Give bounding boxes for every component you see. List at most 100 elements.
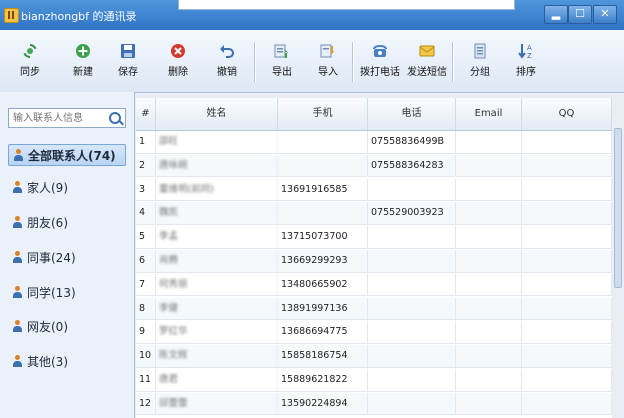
cell-qq	[522, 345, 612, 368]
group-others[interactable]: 其他(3)	[8, 351, 126, 373]
cell-qq	[522, 178, 612, 201]
new-button[interactable]: 新建	[63, 38, 103, 84]
cell-email	[456, 321, 522, 344]
import-icon	[320, 44, 334, 58]
table-row[interactable]: 5 李孟 13715073700	[136, 226, 612, 249]
search-input[interactable]	[9, 109, 109, 127]
cell-name: 何秀丽	[156, 273, 278, 296]
scrollbar-thumb[interactable]	[614, 128, 622, 288]
cell-phone	[368, 250, 456, 272]
group-net-friends[interactable]: 网友(0)	[8, 316, 126, 338]
cell-mobile: 13715073700	[278, 226, 368, 249]
cell-email	[456, 154, 522, 177]
cell-qq	[522, 392, 612, 415]
column-header-phone[interactable]: 电话	[368, 98, 456, 130]
cell-email	[456, 392, 522, 415]
column-header-mobile[interactable]: 手机	[278, 98, 368, 130]
svg-text:A: A	[527, 44, 532, 52]
search-icon[interactable]	[109, 112, 121, 124]
cell-index: 1	[136, 131, 156, 153]
cell-phone	[368, 297, 456, 320]
sort-button[interactable]: AZ 排序	[506, 38, 546, 84]
table-row[interactable]: 1 邵旺 07558836499B	[136, 131, 612, 154]
sync-button[interactable]: 同步	[10, 38, 50, 84]
table-row[interactable]: 8 李健 13891997136	[136, 297, 612, 321]
group-classmates[interactable]: 同学(13)	[8, 282, 126, 304]
send-sms-button[interactable]: 发送短信	[407, 38, 447, 84]
person-icon	[12, 320, 23, 333]
cell-index: 8	[136, 297, 156, 320]
phone-icon	[373, 45, 387, 57]
cell-mobile: 13686694775	[278, 321, 368, 344]
contacts-icon	[13, 149, 24, 162]
cell-phone	[368, 226, 456, 249]
table-row[interactable]: 11 唐君 15889621822	[136, 369, 612, 392]
column-header-email[interactable]: Email	[456, 98, 522, 130]
cell-index: 4	[136, 202, 156, 225]
cell-email	[456, 131, 522, 153]
title-bar: bianzhongbf 的通讯录 ▂ ☐ ✕	[0, 0, 624, 31]
app-icon	[4, 8, 19, 23]
group-friends[interactable]: 朋友(6)	[8, 212, 126, 234]
cell-index: 10	[136, 345, 156, 368]
cell-index: 2	[136, 154, 156, 177]
table-row[interactable]: 12 邱蕾蕾 13590224894	[136, 392, 612, 416]
cell-mobile	[278, 131, 368, 153]
cell-email	[456, 178, 522, 201]
cell-qq	[522, 202, 612, 225]
toolbar: 同步 新建 保存 删除 撤销 导出 导入 拨打电话 发送短信 分组 AZ 排序	[0, 30, 624, 93]
cell-phone: 075588364283	[368, 154, 456, 177]
message-icon	[419, 45, 435, 57]
cell-name: 李健	[156, 297, 278, 320]
cell-name: 魏凯	[156, 202, 278, 225]
cell-phone	[368, 345, 456, 368]
person-icon	[12, 286, 23, 299]
cell-qq	[522, 297, 612, 320]
delete-button[interactable]: 删除	[158, 38, 198, 84]
cell-mobile: 13669299293	[278, 250, 368, 272]
column-header-index[interactable]: #	[136, 98, 156, 130]
cell-phone: 07558836499B	[368, 131, 456, 153]
cell-mobile	[278, 154, 368, 177]
cell-name: 肖腾	[156, 250, 278, 272]
table-row[interactable]: 7 何秀丽 13480665902	[136, 273, 612, 297]
cell-mobile	[278, 202, 368, 225]
table-row[interactable]: 4 魏凯 07552900392З	[136, 202, 612, 225]
table-row[interactable]: 6 肖腾 13669299293	[136, 250, 612, 273]
person-icon	[12, 355, 23, 368]
cell-mobile: 13691916585	[278, 178, 368, 201]
group-all-contacts[interactable]: 全部联系人(74)	[8, 144, 126, 166]
save-icon	[121, 44, 135, 58]
table-row[interactable]: 3 董维明(前同) 13691916585	[136, 178, 612, 202]
cell-phone	[368, 369, 456, 391]
group-button[interactable]: 分组	[460, 38, 500, 84]
cell-qq	[522, 273, 612, 296]
group-colleagues[interactable]: 同事(24)	[8, 247, 126, 269]
minimize-button[interactable]: ▂	[544, 5, 568, 24]
sort-icon: AZ	[518, 44, 532, 60]
save-button[interactable]: 保存	[108, 38, 148, 84]
undo-button[interactable]: 撤销	[207, 38, 247, 84]
undo-icon	[220, 45, 234, 58]
cell-phone	[368, 392, 456, 415]
export-button[interactable]: 导出	[262, 38, 302, 84]
vertical-scrollbar[interactable]	[612, 98, 624, 418]
cell-email	[456, 273, 522, 296]
column-header-qq[interactable]: QQ	[522, 98, 612, 130]
call-button[interactable]: 拨打电话	[360, 38, 400, 84]
person-icon	[12, 216, 23, 229]
table-row[interactable]: 9 罗红华 13686694775	[136, 321, 612, 344]
import-button[interactable]: 导入	[308, 38, 348, 84]
column-header-name[interactable]: 姓名	[156, 98, 278, 130]
table-row[interactable]: 2 唐咏婉 075588364283	[136, 154, 612, 178]
cell-qq	[522, 321, 612, 344]
person-icon	[12, 181, 23, 194]
cell-qq	[522, 226, 612, 249]
table-header: # 姓名 手机 电话 Email QQ	[136, 98, 612, 131]
cell-index: 7	[136, 273, 156, 296]
cell-qq	[522, 154, 612, 177]
close-button[interactable]: ✕	[593, 5, 617, 24]
group-family[interactable]: 家人(9)	[8, 177, 126, 199]
maximize-button[interactable]: ☐	[568, 5, 592, 24]
table-row[interactable]: 10 陈文辉 15858186754	[136, 345, 612, 368]
